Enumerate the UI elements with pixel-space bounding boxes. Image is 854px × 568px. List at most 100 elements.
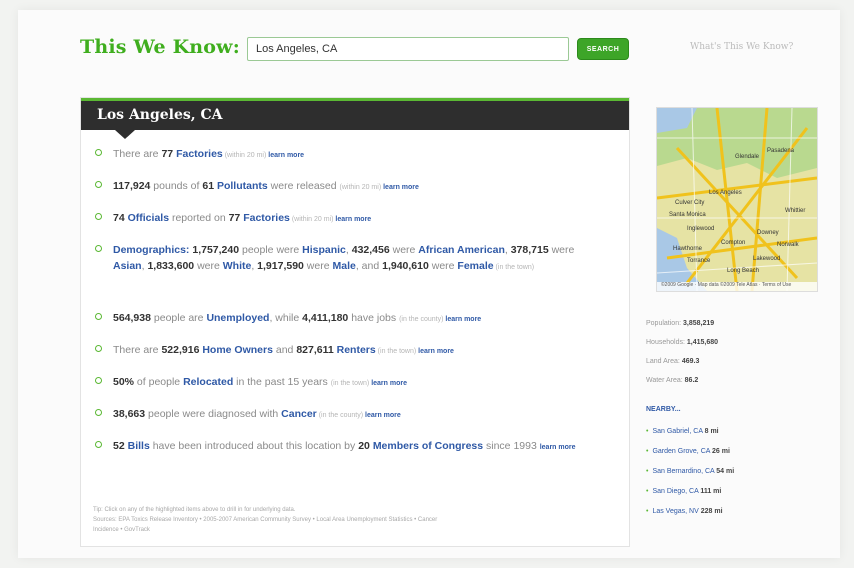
fact-text: of people [134, 376, 184, 388]
learn-more-link[interactable]: learn more [371, 380, 407, 387]
fact-text: were [389, 244, 419, 256]
site-logo[interactable]: This We Know: [80, 36, 240, 58]
nearby-list: • San Gabriel, CA 8 mi • Garden Grove, CA … [646, 422, 836, 522]
about-link[interactable]: What's This We Know? [690, 42, 793, 52]
fact-number: 20 [358, 440, 370, 452]
fact-text: There are [113, 344, 162, 356]
nearby-heading: NEARBY... [646, 406, 681, 413]
facts-panel: Los Angeles, CA There are 77 Factories (… [80, 97, 630, 547]
map-place-label: Culver City [675, 200, 705, 206]
fact-bills: 52 Bills have been introduced about this… [95, 438, 605, 456]
fact-relocated: 50% of people Relocated in the past 15 y… [95, 374, 605, 392]
map-place-label: Compton [721, 240, 746, 246]
fact-number: 378,715 [510, 244, 549, 256]
location-search-input[interactable] [247, 37, 569, 61]
fact-text: reported on [169, 212, 229, 224]
fact-factories: There are 77 Factories (within 20 mi) le… [95, 146, 605, 164]
learn-more-link[interactable]: learn more [335, 216, 371, 223]
fact-link[interactable]: Male [332, 260, 355, 272]
fact-link[interactable]: Demographics: [113, 244, 189, 256]
stat-population: Population: 3,858,219 [646, 320, 715, 327]
fact-link[interactable]: Renters [337, 344, 376, 356]
map-place-label: Norwalk [777, 242, 799, 248]
fact-link[interactable]: White [223, 260, 252, 272]
fact-text: have jobs [348, 312, 400, 324]
fact-link[interactable]: Factories [176, 148, 223, 160]
fact-link[interactable]: Unemployed [206, 312, 269, 324]
fact-scope-note: (in the town) [493, 264, 535, 271]
map-place-label: Pasadena [767, 148, 795, 154]
fact-number: 38,663 [113, 408, 146, 420]
nearby-item[interactable]: • Garden Grove, CA 26 mi [646, 442, 836, 462]
fact-number: 117,924 [113, 180, 151, 192]
map-place-label: Glendale [735, 154, 760, 160]
fact-number: 1,940,610 [382, 260, 429, 272]
fact-text: people were [239, 244, 303, 256]
bullet-icon [95, 181, 102, 188]
map-place-label: Inglewood [687, 226, 715, 232]
fact-scope-note: (in the town) [375, 348, 419, 355]
fact-number: 1,917,590 [257, 260, 304, 272]
nearby-item[interactable]: • San Gabriel, CA 8 mi [646, 422, 836, 442]
fact-link[interactable]: Hispanic [302, 244, 346, 256]
fact-link[interactable]: Factories [243, 212, 290, 224]
fact-number: 1,833,600 [147, 260, 195, 272]
fact-scope-note: (within 20 mi) [222, 152, 269, 159]
learn-more-link[interactable]: learn more [418, 348, 454, 355]
learn-more-link[interactable]: learn more [383, 184, 419, 191]
map-place-label: Whittier [785, 208, 806, 214]
fact-link[interactable]: Home Owners [202, 344, 273, 356]
learn-more-link[interactable]: learn more [365, 412, 401, 419]
fact-text: , while [269, 312, 303, 324]
learn-more-link[interactable]: learn more [540, 444, 576, 451]
fact-scope-note: (in the town) [330, 380, 372, 387]
map-place-label: Long Beach [727, 268, 760, 274]
search-button[interactable]: SEARCH [577, 38, 629, 60]
fact-number: 1,757,240 [192, 244, 240, 256]
location-stats: Population: 3,858,219 Households: 1,415,… [646, 314, 836, 390]
fact-number: 432,456 [351, 244, 390, 256]
fact-link[interactable]: Members of Congress [373, 440, 483, 452]
fact-text: were [303, 260, 333, 272]
fact-text: have been introduced about this location… [149, 440, 359, 452]
fact-number: 827,611 [296, 344, 334, 356]
fact-link[interactable]: Relocated [183, 376, 233, 388]
fact-text: , and [355, 260, 383, 272]
nearby-item[interactable]: • San Bernardino, CA 54 mi [646, 462, 836, 482]
fact-number: 50% [113, 376, 135, 388]
fact-link[interactable]: Female [457, 260, 493, 272]
bullet-icon [95, 245, 102, 252]
fact-number: 61 [202, 180, 215, 192]
fact-text: people are [150, 312, 207, 324]
map-place-label: Downey [757, 230, 779, 236]
fact-text: since 1993 [483, 440, 540, 452]
nearby-item[interactable]: • Las Vegas, NV 228 mi [646, 502, 836, 522]
fact-text: were [428, 260, 458, 272]
fact-scope-note: (in the county) [399, 316, 446, 323]
fact-link[interactable]: Officials [128, 212, 169, 224]
fact-text: There are [113, 148, 162, 160]
learn-more-link[interactable]: learn more [268, 152, 304, 159]
fact-scope-note: (within 20 mi) [289, 216, 336, 223]
learn-more-link[interactable]: learn more [445, 316, 481, 323]
fact-employment: 564,938 people are Unemployed, while 4,4… [95, 310, 605, 328]
fact-text: were released [267, 180, 340, 192]
fact-link[interactable]: Bills [128, 440, 150, 452]
fact-link[interactable]: Cancer [281, 408, 317, 420]
fact-link[interactable]: Pollutants [217, 180, 268, 192]
location-map[interactable]: Los Angeles Pasadena Glendale Santa Monica T… [656, 107, 818, 292]
stat-water-area: Water Area: 86.2 [646, 377, 699, 384]
fact-link[interactable]: African American [418, 244, 505, 256]
fact-officials: 74 Officials reported on 77 Factories (w… [95, 210, 605, 228]
fact-scope-note: (within 20 mi) [339, 184, 384, 191]
footer-sources-cont: Incidence • GovTrack [93, 527, 150, 533]
nearby-item[interactable]: • San Diego, CA 111 mi [646, 482, 836, 502]
map-place-label: Los Angeles [709, 190, 742, 196]
bullet-icon [95, 213, 102, 220]
fact-cancer: 38,663 people were diagnosed with Cancer… [95, 406, 605, 424]
fact-number: 77 [161, 148, 174, 160]
panel-header: Los Angeles, CA [81, 98, 629, 130]
location-title: Los Angeles, CA [97, 107, 223, 123]
fact-number: 4,411,180 [302, 312, 349, 324]
fact-link[interactable]: Asian [113, 260, 142, 272]
